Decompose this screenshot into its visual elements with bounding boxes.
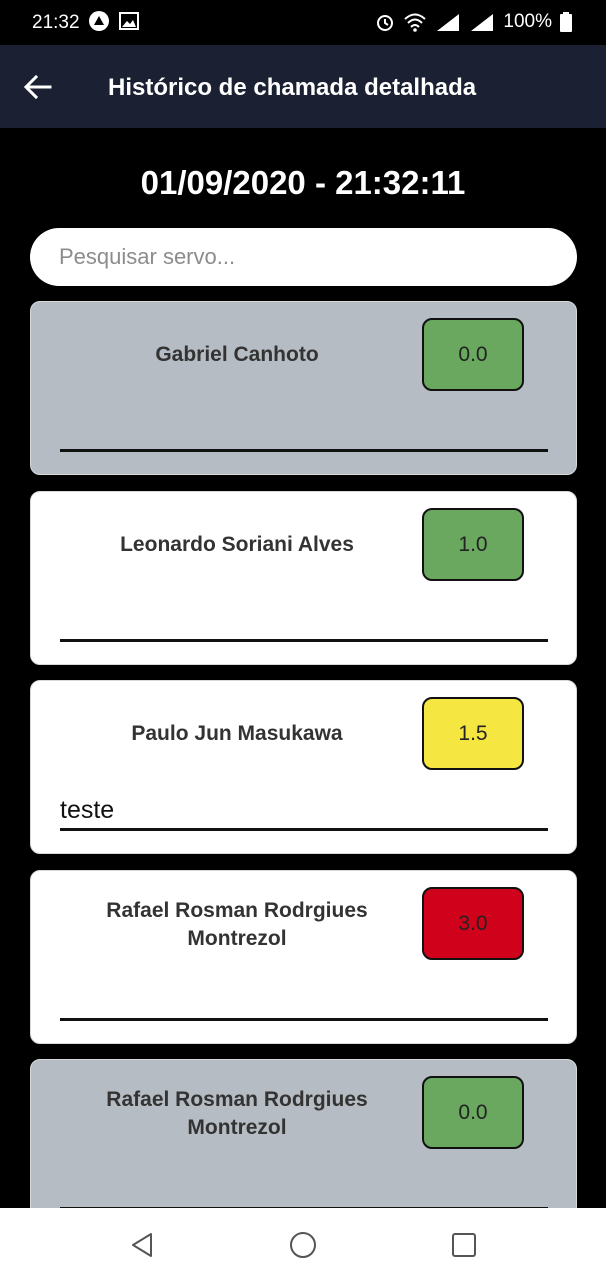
search-input[interactable] [30, 228, 577, 286]
servant-card[interactable]: Leonardo Soriani Alves 1.0 [30, 491, 577, 665]
back-button[interactable] [22, 71, 54, 103]
score-badge[interactable]: 3.0 [422, 887, 524, 960]
note-field[interactable] [60, 606, 548, 642]
servant-name: Rafael Rosman Rodrgiues Montrezol [106, 1088, 368, 1139]
servant-name: Leonardo Soriani Alves [120, 533, 354, 556]
app-header: Histórico de chamada detalhada [0, 45, 606, 128]
nav-recents-icon [452, 1233, 476, 1257]
servant-card[interactable]: Rafael Rosman Rodrgiues Montrezol 0.0 [30, 1059, 577, 1208]
system-nav-bar [0, 1208, 606, 1280]
servant-card[interactable]: Gabriel Canhoto 0.0 [30, 301, 577, 475]
signal-icon [437, 14, 460, 31]
servant-card[interactable]: Rafael Rosman Rodrgiues Montrezol 3.0 [30, 870, 577, 1044]
image-notification-icon [119, 12, 139, 30]
alarm-icon [377, 15, 394, 31]
nav-home-button[interactable] [288, 1230, 318, 1260]
score-badge[interactable]: 1.5 [422, 697, 524, 770]
score-badge[interactable]: 0.0 [422, 318, 524, 391]
nav-back-button[interactable] [127, 1230, 157, 1260]
nav-home-icon [290, 1232, 316, 1258]
battery-icon [560, 12, 572, 32]
arrow-left-icon [23, 74, 52, 100]
status-time: 21:32 [32, 12, 80, 33]
battery-percent: 100% [503, 11, 552, 32]
nav-back-icon [132, 1233, 152, 1257]
score-badge[interactable]: 1.0 [422, 508, 524, 581]
score-badge[interactable]: 0.0 [422, 1076, 524, 1149]
servant-name: Gabriel Canhoto [155, 343, 319, 366]
note-field[interactable] [60, 1174, 548, 1208]
call-datetime: 01/09/2020 - 21:32:11 [140, 164, 466, 201]
page-title: Histórico de chamada detalhada [108, 74, 477, 101]
signal-icon-2 [471, 14, 494, 31]
servant-name: Paulo Jun Masukawa [131, 722, 343, 745]
app-notification-icon [89, 11, 109, 31]
note-field[interactable]: teste [60, 795, 548, 831]
servant-list[interactable]: Gabriel Canhoto 0.0 Leonardo Soriani Alves… [30, 301, 577, 1208]
servant-name: Rafael Rosman Rodrgiues Montrezol [106, 899, 368, 950]
servant-card[interactable]: Paulo Jun Masukawa 1.5 teste [30, 680, 577, 854]
note-field[interactable] [60, 985, 548, 1021]
note-field[interactable] [60, 416, 548, 452]
status-bar: 21:32 100% [0, 0, 606, 45]
wifi-icon [404, 13, 427, 32]
nav-recents-button[interactable] [449, 1230, 479, 1260]
